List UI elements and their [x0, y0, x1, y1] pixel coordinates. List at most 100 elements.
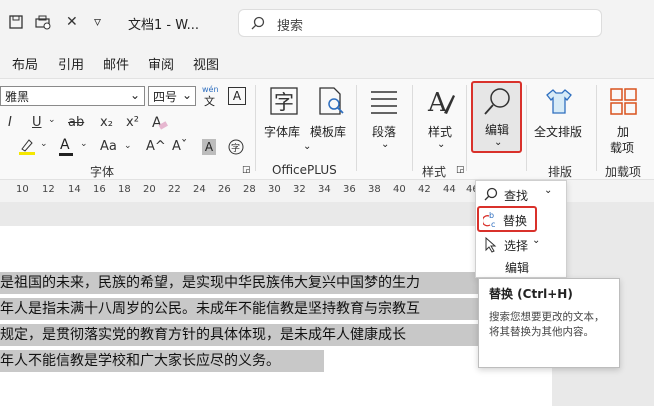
- highlight-chevron-icon[interactable]: ⌄: [40, 139, 48, 149]
- save-icon[interactable]: [8, 14, 24, 34]
- ruler-tick: 26: [218, 184, 231, 195]
- find-label: 查找: [504, 189, 529, 203]
- select-menu-item[interactable]: 选择 ⌄: [482, 235, 560, 255]
- ruler-tick: 32: [293, 184, 306, 195]
- underline-button[interactable]: U: [32, 115, 42, 130]
- replace-tooltip: 替换 (Ctrl+H) 搜索您想要更改的文本，将其替换为其他内容。: [478, 278, 620, 368]
- search-box[interactable]: 搜索: [238, 9, 602, 37]
- menu-references[interactable]: 引用: [58, 54, 84, 73]
- doc-line[interactable]: 年人不能信教是学校和广大家长应尽的义务。: [0, 350, 324, 372]
- char-shading-button[interactable]: A: [202, 139, 216, 155]
- ruler-tick: 34: [318, 184, 331, 195]
- strikethrough-button[interactable]: ab: [68, 115, 84, 130]
- ribbon: 雅黑 ⌄ 四号 ⌄ wén 文 A I U ⌄ ab x₂ x² A ⌄ A ⌄…: [0, 78, 654, 180]
- font-dialog-launcher-icon[interactable]: ◲: [242, 165, 251, 175]
- edit-dropdown-menu: 查找 ⌄ bc 替换 选择 ⌄ 编辑: [475, 180, 567, 278]
- ruler-tick: 10: [16, 184, 29, 195]
- clear-format-icon[interactable]: A: [150, 113, 168, 134]
- shirt-icon: [544, 87, 574, 118]
- ruler-tick: 16: [93, 184, 106, 195]
- search-placeholder: 搜索: [277, 19, 304, 34]
- shrink-font-button[interactable]: Aˇ: [172, 139, 187, 154]
- italic-button[interactable]: I: [8, 115, 12, 130]
- underline-chevron-icon[interactable]: ⌄: [48, 115, 56, 125]
- font-library-label: 字体库: [264, 125, 301, 139]
- group-label-officeplus: OfficePLUS: [272, 163, 337, 177]
- group-label-layout: 排版: [548, 165, 573, 179]
- styles-icon: A: [426, 87, 456, 120]
- menu-view[interactable]: 视图: [193, 54, 219, 73]
- ruler-tick: 38: [368, 184, 381, 195]
- divider: [596, 85, 597, 171]
- chevron-down-icon: ⌄: [532, 235, 541, 246]
- font-size-value: 四号: [153, 90, 178, 104]
- addins-label-line1: 加: [617, 125, 630, 139]
- font-color-chevron-icon[interactable]: ⌄: [80, 139, 88, 149]
- paragraph-icon: [369, 89, 399, 118]
- doc-line[interactable]: 年人是指未满十八周岁的公民。未成年不能信教是坚持教育与宗教互: [0, 298, 552, 320]
- highlight-icon[interactable]: [18, 137, 36, 158]
- ruler-tick: 14: [68, 184, 81, 195]
- superscript-button[interactable]: x²: [126, 115, 139, 130]
- styles-button[interactable]: A 样式 ⌄: [420, 83, 460, 153]
- change-case-chevron-icon[interactable]: ⌄: [124, 141, 132, 151]
- char-border-icon[interactable]: A: [228, 87, 246, 105]
- addins-button[interactable]: 加 载项: [604, 83, 646, 155]
- chevron-down-icon: ⌄: [129, 88, 140, 102]
- cursor-arrow-icon: [484, 236, 498, 256]
- divider: [466, 85, 467, 171]
- ruler-tick: 44: [443, 184, 456, 195]
- doc-line[interactable]: 是祖国的未来，民族的希望，是实现中华民族伟大复兴中国梦的生力: [0, 272, 552, 294]
- font-name-value: 雅黑: [5, 90, 30, 104]
- addins-label-line2: 载项: [610, 141, 635, 155]
- edit-button[interactable]: 编辑 ⌄: [471, 81, 522, 153]
- full-layout-button[interactable]: 全文排版: [532, 83, 588, 153]
- template-library-label: 模板库: [310, 125, 347, 139]
- print-preview-icon[interactable]: [34, 14, 52, 34]
- font-size-select[interactable]: 四号 ⌄: [148, 86, 196, 106]
- ruler-tick: 42: [418, 184, 431, 195]
- tooltip-title: 替换 (Ctrl+H): [489, 287, 573, 301]
- template-library-button[interactable]: 模板库: [308, 83, 352, 153]
- menu-layout[interactable]: 布局: [12, 54, 38, 73]
- officeplus-chevron-icon[interactable]: ⌄: [303, 141, 311, 152]
- styles-dialog-launcher-icon[interactable]: ◲: [456, 165, 465, 175]
- tooltip-body: 搜索您想要更改的文本，将其替换为其他内容。: [489, 311, 605, 338]
- doc-line[interactable]: 规定，是贯彻落实党的教育方针的具体体现，是未成年人健康成长: [0, 324, 552, 346]
- change-case-button[interactable]: Aa: [100, 139, 117, 154]
- chevron-down-icon: ⌄: [544, 185, 553, 196]
- styles-label: 样式: [428, 125, 453, 139]
- chevron-down-icon: ⌄: [381, 139, 390, 150]
- replace-menu-item[interactable]: bc 替换: [477, 206, 537, 232]
- grow-font-button[interactable]: A^: [146, 139, 166, 154]
- ruler-tick: 28: [243, 184, 256, 195]
- select-label: 选择: [504, 239, 529, 253]
- enclose-char-icon[interactable]: 字: [228, 139, 244, 158]
- menu-mailings[interactable]: 邮件: [103, 54, 129, 73]
- font-library-button[interactable]: 字 字体库: [262, 83, 306, 153]
- ruler-tick: 40: [393, 184, 406, 195]
- find-menu-item[interactable]: 查找 ⌄: [482, 185, 560, 205]
- subscript-button[interactable]: x₂: [100, 115, 113, 130]
- paragraph-button[interactable]: 段落 ⌄: [364, 83, 404, 153]
- document-page[interactable]: 是祖国的未来，民族的希望，是实现中华民族伟大复兴中国梦的生力 年人是指未满十八周…: [0, 226, 552, 406]
- customize-qa-icon[interactable]: ▿: [94, 14, 101, 30]
- replace-icon: bc: [481, 211, 499, 232]
- replace-label: 替换: [503, 214, 528, 228]
- svg-text:字: 字: [274, 90, 294, 114]
- ruler-tick: 12: [42, 184, 55, 195]
- ruler-tick: 22: [168, 184, 181, 195]
- title-bar: ✕ ▿ 文档1 - W... 搜索: [0, 0, 654, 46]
- magnifier-icon: [482, 86, 512, 119]
- template-library-icon: [316, 86, 346, 119]
- phonetic-guide-icon[interactable]: 文: [204, 93, 215, 109]
- close-doc-icon[interactable]: ✕: [66, 14, 78, 30]
- font-color-icon[interactable]: A: [59, 137, 73, 156]
- svg-text:b: b: [489, 211, 494, 220]
- group-label-addin: 加载项: [605, 165, 642, 179]
- chevron-down-icon: ⌄: [437, 139, 446, 150]
- svg-text:c: c: [491, 220, 495, 229]
- font-name-select[interactable]: 雅黑 ⌄: [0, 86, 145, 106]
- divider: [412, 85, 413, 171]
- menu-review[interactable]: 审阅: [148, 54, 174, 73]
